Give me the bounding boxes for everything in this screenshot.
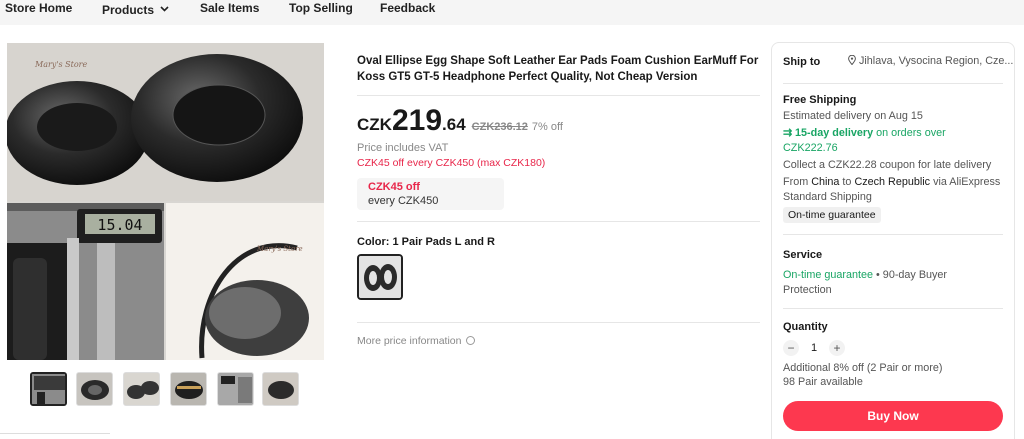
divider — [783, 234, 1003, 235]
truck-icon: ⇉ — [783, 127, 793, 139]
gallery-divider — [0, 433, 110, 439]
free-shipping-heading: Free Shipping — [783, 94, 857, 106]
caliper-reading: 15.04 — [97, 216, 142, 234]
divider — [783, 83, 1003, 84]
store-promo: CZK45 off every CZK450 (max CZK180) — [357, 157, 546, 169]
ship-to-selector[interactable]: Jihlava, Vysocina Region, Cze... — [848, 54, 1013, 69]
coupon-card[interactable]: CZK45 off every CZK450 — [357, 178, 504, 210]
thumbnail-4[interactable] — [170, 372, 207, 406]
service-heading: Service — [783, 249, 823, 261]
estimated-delivery: Estimated delivery on Aug 15 — [783, 110, 923, 122]
thumbnail-2[interactable] — [76, 372, 113, 406]
stock-available: 98 Pair available — [783, 376, 863, 388]
on-time-guarantee-link[interactable]: On-time guarantee — [783, 269, 873, 281]
quantity-decrease-button[interactable]: − — [783, 340, 799, 356]
price-row: CZK219.64 CZK236.12 7% off — [357, 104, 563, 138]
purchase-panel: Ship to Jihlava, Vysocina Region, Cze...… — [771, 42, 1015, 439]
info-icon — [466, 336, 476, 345]
svg-text:Mary's Store: Mary's Store — [256, 245, 303, 253]
quantity-value[interactable]: 1 — [811, 342, 817, 354]
price-currency: CZK — [357, 115, 392, 134]
ship-to-label: Ship to — [783, 56, 821, 68]
quantity-increase-button[interactable]: + — [829, 340, 845, 356]
product-photo-collage: Mary's Store 15.04 Mary's Store — [7, 43, 324, 360]
thumbnail-6[interactable] — [262, 372, 299, 406]
nav-store-home[interactable]: Store Home — [5, 1, 72, 15]
late-delivery-coupon: Collect a CZK22.28 coupon for late deliv… — [783, 159, 992, 171]
fast-delivery-line: ⇉ 15-day delivery on orders over CZK222.… — [783, 126, 1003, 156]
destination-country: Czech Republic — [854, 176, 931, 188]
divider — [357, 221, 760, 222]
nav-top-selling[interactable]: Top Selling — [289, 1, 353, 15]
origin-country: China — [811, 176, 840, 188]
color-label: Color: 1 Pair Pads L and R — [357, 236, 495, 248]
original-price: CZK236.12 — [471, 121, 528, 133]
on-time-guarantee-badge: On-time guarantee — [783, 207, 881, 223]
nav-products-label: Products — [102, 3, 155, 17]
color-swatch-selected[interactable] — [357, 254, 403, 300]
protection-text: Protection — [783, 284, 832, 296]
fast-delivery-threshold: CZK222.76 — [783, 142, 838, 154]
vat-note: Price includes VAT — [357, 142, 449, 154]
thumbnail-5[interactable] — [217, 372, 254, 406]
price-decimal: .64 — [442, 115, 466, 134]
thumbnail-1[interactable] — [30, 372, 67, 406]
more-price-label: More price information — [357, 335, 462, 347]
coupon-amount: CZK45 off — [368, 181, 420, 193]
nav-feedback[interactable]: Feedback — [380, 1, 435, 15]
route-from: From — [783, 176, 809, 188]
store-navigation: Store Home Products Sale Items Top Selli… — [0, 0, 1024, 25]
nav-products[interactable]: Products — [102, 1, 169, 17]
more-price-information[interactable]: More price information — [357, 335, 476, 347]
buy-now-button[interactable]: Buy Now — [783, 401, 1003, 431]
ship-to-value: Jihlava, Vysocina Region, Cze... — [859, 55, 1014, 67]
shipping-method: Standard Shipping — [783, 191, 872, 203]
nav-sale-items[interactable]: Sale Items — [200, 1, 259, 15]
divider — [783, 308, 1003, 309]
bulk-discount-note: Additional 8% off (2 Pair or more) — [783, 362, 943, 374]
quantity-heading: Quantity — [783, 321, 828, 333]
divider — [357, 95, 760, 96]
discount-percent: 7% off — [531, 121, 563, 133]
main-product-image[interactable]: Mary's Store 15.04 Mary's Store — [7, 43, 324, 360]
location-pin-icon — [848, 54, 856, 67]
fast-delivery-label: 15-day delivery — [795, 127, 874, 139]
ear-pads-icon — [359, 256, 401, 298]
fast-delivery-rest: on orders over — [876, 127, 946, 139]
route-via: via AliExpress — [933, 176, 1001, 188]
divider — [357, 322, 760, 323]
coupon-condition: every CZK450 — [368, 195, 439, 207]
watermark-logo: Mary's Store — [34, 60, 87, 69]
route-to: to — [842, 176, 852, 188]
service-details: On-time guarantee • 90-day Buyer Protect… — [783, 268, 1003, 298]
chevron-down-icon — [160, 1, 169, 15]
buyer-protection: • 90-day Buyer — [876, 269, 948, 281]
shipping-route: From China to Czech Republic via AliExpr… — [783, 175, 1009, 205]
product-title: Oval Ellipse Egg Shape Soft Leather Ear … — [357, 55, 759, 83]
price-integer: 219 — [391, 104, 443, 137]
thumbnail-3[interactable] — [123, 372, 160, 406]
